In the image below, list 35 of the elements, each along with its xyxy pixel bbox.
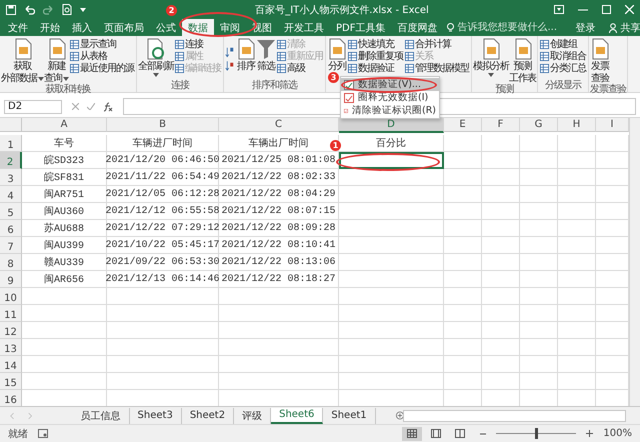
table-cell: 2021/12/20 06:46:50 <box>107 152 219 169</box>
table-cell: 2021/12/22 08:13:06 <box>219 254 339 271</box>
table-cell: 2021/12/22 08:18:27 <box>219 271 339 288</box>
table-cell: 车号 <box>22 135 107 152</box>
table-cell: 2021/12/22 08:09:28 <box>219 220 339 237</box>
group-label: 分级显示 <box>544 80 582 92</box>
status-text: 就绪 <box>8 428 28 440</box>
table-cell: 2021/12/13 06:14:46 <box>107 271 219 288</box>
table-cell: 2021/11/22 06:54:49 <box>107 169 219 186</box>
table-cell: 赣AU339 <box>22 254 107 271</box>
table-cell: 皖SF831 <box>22 169 107 186</box>
table-cell: 苏AU688 <box>22 220 107 237</box>
table-cell: 2021/10/22 05:45:17 <box>107 237 219 254</box>
table-cell: 2021/12/22 08:02:33 <box>219 169 339 186</box>
window-title: 百家号_IT小人物示例文件.xlsx - Excel <box>254 4 429 16</box>
table-cell: 2021/12/22 08:04:29 <box>219 186 339 203</box>
table-cell: 2021/12/05 06:12:28 <box>107 186 219 203</box>
table-cell: 闽AR751 <box>22 186 107 203</box>
table-cell: 2021/09/22 06:53:30 <box>107 254 219 271</box>
table-cell: 闽AR656 <box>22 271 107 288</box>
group-label: 排序和筛选 <box>251 80 298 92</box>
table-cell: 闽AU360 <box>22 203 107 220</box>
table-cell: 2021/12/12 06:55:58 <box>107 203 219 220</box>
table-cell: 车辆进厂时间 <box>107 135 219 152</box>
table-cell: 2021/12/22 08:10:41 <box>219 237 339 254</box>
table-cell: 2021/12/22 07:29:12 <box>107 220 219 237</box>
table-cell: 皖SD323 <box>22 152 107 169</box>
group-label: 获取和转换 <box>44 84 92 96</box>
group-label: 发票查验 <box>590 84 626 96</box>
group-label: 连接 <box>170 80 190 92</box>
table-cell: 闽AU399 <box>22 237 107 254</box>
table-cell: 2021/12/22 08:07:15 <box>219 203 339 220</box>
group-label: 预测 <box>494 84 515 96</box>
step-badge: 1 <box>330 140 341 151</box>
table-cell: 2021/12/25 08:01:08 <box>219 152 339 169</box>
